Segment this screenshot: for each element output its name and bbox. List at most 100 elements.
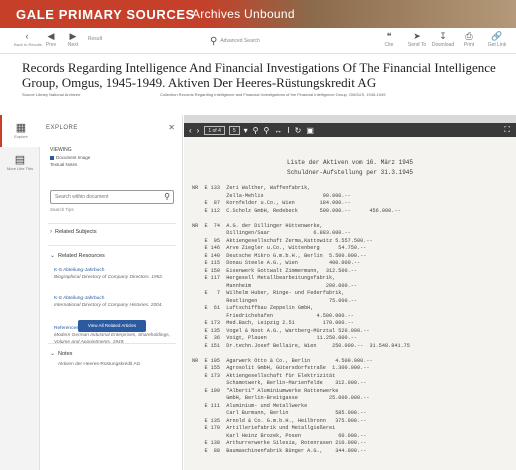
document-line: E 146 Arve Ziegler u.Co., Wittenberg 54.… xyxy=(192,245,367,251)
text-cursor-icon[interactable]: I xyxy=(287,126,289,135)
document-line: E 170 Artilleriefabrik und Metallgießere… xyxy=(192,425,336,431)
rail-explore[interactable]: ▦ Explore xyxy=(0,115,40,147)
image-icon[interactable]: ▣ xyxy=(306,126,314,135)
document-line: NR E 105 Agarwerk Otto & Co., Berlin 4.5… xyxy=(192,357,373,364)
document-line: Reutlingen 75.000.-- xyxy=(192,297,357,304)
result-label: Result xyxy=(87,36,103,42)
send-to-button[interactable]: ➤ Send To xyxy=(404,30,430,52)
left-rail: ▦ Explore ▤ More Like This xyxy=(0,115,40,470)
source-library: Source Library National Archives xyxy=(22,92,81,97)
document-line: E 117 Hergesell Metallbearbeitungsfabrik… xyxy=(192,275,336,281)
page-input[interactable]: 5 xyxy=(228,125,240,135)
document-line: Karl Heinz Brozek, Posen 60.000.-- xyxy=(192,432,367,439)
fullscreen-icon[interactable]: ⛶ xyxy=(504,125,510,135)
link-icon: 🔗 xyxy=(491,31,503,41)
document-line: GmbH, Berlin-Breitgasse 25.000.000.-- xyxy=(192,395,370,401)
checkbox-icon xyxy=(50,155,54,160)
document-line: Mannheim 200.000.-- xyxy=(192,282,357,289)
download-button[interactable]: ↧ Download xyxy=(430,30,456,52)
back-button[interactable]: ‹ Back to Results xyxy=(14,30,42,52)
divider xyxy=(48,343,176,344)
next-page-icon[interactable]: › xyxy=(197,126,200,135)
document-line: E 36 Voigt, Plauen 11.250.000.-- xyxy=(192,335,357,341)
viewer-toolbar: ‹ › 1 of 4 5 ▾ ⚲ ⚲ ↔ I ↻ ▣ ⛶ xyxy=(184,123,516,137)
collection-meta: Collection Records Regarding Intelligenc… xyxy=(160,92,386,97)
zoom-out-icon[interactable]: ⚲ xyxy=(264,126,270,135)
notes-text: Aktiven der Heeres-Rüstungskredit AG xyxy=(58,362,141,367)
search-icon[interactable]: ⚲ xyxy=(164,192,170,201)
prev-page-icon[interactable]: ‹ xyxy=(189,126,192,135)
document-line: E 111 Aluminium- und Metallwerke xyxy=(192,402,308,409)
get-link-button[interactable]: 🔗 Get Link xyxy=(484,30,510,52)
dropdown-icon[interactable]: ▾ xyxy=(244,126,248,135)
document-line: E 173 Med.Bach, Leipzig 2.51 170.000.-- xyxy=(192,320,354,326)
explore-icon: ▦ xyxy=(15,122,27,134)
brand-logo-area[interactable]: GALE PRIMARY SOURCES xyxy=(0,0,194,28)
brand-title: GALE PRIMARY SOURCES xyxy=(16,6,195,22)
search-icon: ⚲ xyxy=(210,35,218,47)
search-within-input[interactable]: Search within document ⚲ xyxy=(50,190,174,204)
related-subjects-toggle[interactable]: › Related Subjects xyxy=(50,229,97,235)
view-all-related-button[interactable]: View All Related Articles xyxy=(78,320,146,332)
document-line: E 88 Baumaschinenfabrik Bünger A.G., 344… xyxy=(192,447,367,454)
document-line: Dillingen/Saar 6.883.000.-- xyxy=(192,230,351,236)
document-line: E 135 Vogel & Noot A.G., Wartberg-Mürzta… xyxy=(192,327,370,334)
related-resource-item[interactable]: K-S Abteilung-Jahrbuch International Dir… xyxy=(54,295,172,309)
document-page: Liste der Aktiven vom 16. März 1945 Schu… xyxy=(184,137,516,470)
page-counter: 1 of 4 xyxy=(204,125,225,135)
print-button[interactable]: ⎙ Print xyxy=(456,30,482,52)
document-line: E 115 Donau Steele A.G., Wien 400.000.-- xyxy=(192,260,361,266)
document-title: Records Regarding Intelligence And Finan… xyxy=(22,60,496,90)
document-line: E 112 C.Scholz GmbH, Redebeck 500.000.--… xyxy=(192,207,401,214)
document-line: E 155 Agrosolit GmbH, Gütersdorfstraße 1… xyxy=(192,365,370,371)
close-icon[interactable]: ✕ xyxy=(168,123,175,132)
related-resources-toggle[interactable]: ⌄ Related Resources xyxy=(50,252,105,260)
send-icon: ➤ xyxy=(413,31,421,41)
page-subheading: Schuldner-Aufstellung per 31.3.1945 xyxy=(286,169,414,176)
divider xyxy=(48,223,176,224)
fit-width-icon[interactable]: ↔ xyxy=(274,126,282,135)
document-line: E 135 Arnold & Co. G.m.b.H., Heilbronn 3… xyxy=(192,417,367,424)
document-line: E 151 Dr.techn.Josef Bellaire, Wien 250.… xyxy=(192,342,410,349)
chevron-down-icon: ⌄ xyxy=(50,351,56,357)
page-heading: Liste der Aktiven vom 16. März 1945 xyxy=(286,159,414,166)
document-image-checkbox[interactable]: Document Image xyxy=(50,155,90,160)
document-line: E 140 Deutsche Mikro G.m.b.H., Berlin 5.… xyxy=(192,252,367,259)
document-line: Zella-Mehlis 90.000.-- xyxy=(192,192,351,199)
viewing-label: VIEWING xyxy=(50,147,72,153)
document-line: E 138 Arthurrerwerke Silesia, Rotenrasen… xyxy=(192,440,367,446)
explore-panel: EXPLORE ✕ VIEWING Document Image Textual… xyxy=(40,115,183,470)
document-line: E 87 Kornfelder u.Co., Wien 184.000.-- xyxy=(192,200,351,206)
advanced-search-link[interactable]: ⚲ Advanced Search xyxy=(210,32,320,50)
divider xyxy=(48,245,176,246)
document-line: E 95 Aktiengesellschaft Zerma,Kattowitz … xyxy=(192,237,373,244)
zoom-in-icon[interactable]: ⚲ xyxy=(253,126,259,135)
chevron-right-icon: › xyxy=(50,229,52,235)
document-line: E 173 Aktiengesellschaft für Elektrizitä… xyxy=(192,372,336,379)
cite-button[interactable]: ❝ Cite xyxy=(376,30,402,52)
collection-name[interactable]: Archives Unbound xyxy=(180,7,295,21)
quote-icon: ❝ xyxy=(386,31,392,41)
textual-notes-option[interactable]: Textual Notes xyxy=(50,162,77,167)
search-tips-link[interactable]: Search Tips xyxy=(50,207,74,212)
notes-toggle[interactable]: ⌄ Notes xyxy=(50,350,72,358)
document-line: Friedrichshafen 4.500.000.-- xyxy=(192,312,354,319)
print-icon: ⎙ xyxy=(465,31,473,41)
related-resource-item[interactable]: K-S Abteilung-Jahrbuch Biographical Dire… xyxy=(54,267,172,281)
download-icon: ↧ xyxy=(439,31,447,41)
document-line: Schamotwerk, Berlin-Marienfelde 312.000.… xyxy=(192,380,367,386)
document-viewer: ‹ › 1 of 4 5 ▾ ⚲ ⚲ ↔ I ↻ ▣ ⛶ Liste der A… xyxy=(184,115,516,470)
rail-more-like-this[interactable]: ▤ More Like This xyxy=(0,147,40,179)
rotate-icon[interactable]: ↻ xyxy=(295,126,302,135)
brand-header: GALE PRIMARY SOURCES Archives Unbound xyxy=(0,0,516,28)
document-line: NR E 133 Zeri Walther, Waffenfabrik, xyxy=(192,185,311,191)
chevron-left-icon: ‹ xyxy=(25,31,29,41)
header-texture xyxy=(295,0,516,28)
documents-icon: ▤ xyxy=(14,154,26,166)
document-line: Carl Burmann, Berlin 585.000.-- xyxy=(192,410,367,416)
chevron-down-icon: ⌄ xyxy=(50,253,56,259)
toolbar: ‹ Back to Results ◀ Prev ▶ Next Result ⚲… xyxy=(0,28,516,54)
document-line: E 7 Wilhelm Huber, Ringe- und Federfabri… xyxy=(192,290,345,296)
document-line: E 150 Eisenwerk Gottwalt Zimmermann, 312… xyxy=(192,267,357,274)
document-line: NR E 74 A.G. der Dillinger Hüttenwerke, xyxy=(192,222,323,229)
